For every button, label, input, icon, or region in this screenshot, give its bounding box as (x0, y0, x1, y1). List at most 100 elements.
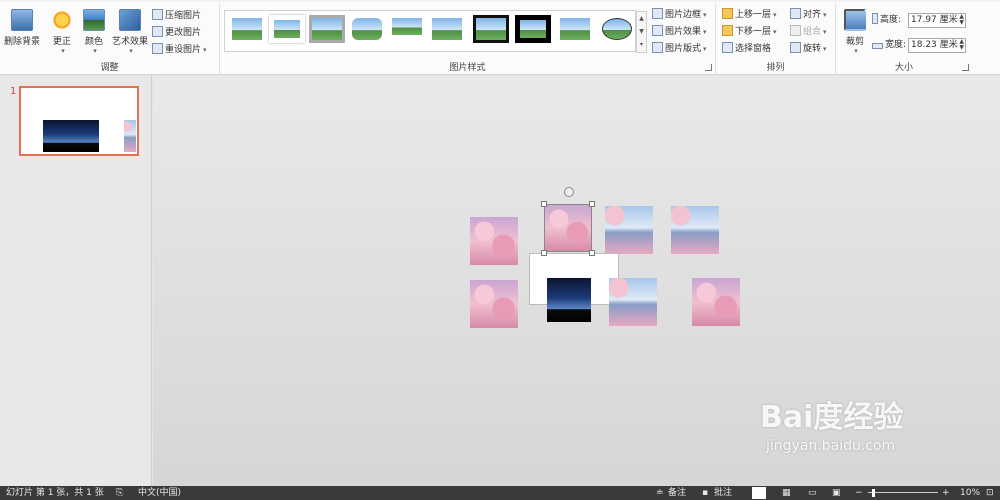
thumbnail-night-image (43, 120, 99, 152)
selection-pane-button[interactable]: 选择窗格 (722, 42, 771, 57)
compress-pictures-button[interactable]: 压缩图片 (152, 9, 201, 24)
watermark-url: jingyan.baidu.com (766, 438, 896, 454)
sun-icon (51, 9, 73, 31)
sakura-photo-1[interactable] (470, 217, 518, 265)
artistic-effects-button[interactable]: 艺术效果 ▾ (108, 7, 152, 55)
zoom-slider[interactable] (868, 492, 938, 493)
bring-forward-icon (722, 8, 733, 19)
zoom-out-icon[interactable]: − (855, 486, 863, 500)
picture-border-button[interactable]: 图片边框 ▾ (652, 8, 707, 23)
chevron-down-icon: ▾ (703, 45, 707, 53)
spellcheck-icon[interactable]: ⎘ (116, 486, 123, 500)
chevron-down-icon: ▾ (823, 28, 827, 36)
corrections-button[interactable]: 更正 ▾ (44, 7, 80, 55)
picture-style-bevel[interactable] (557, 15, 593, 43)
gallery-scroll[interactable]: ▲ ▼ ▾ (636, 11, 647, 53)
zoom-slider-thumb[interactable] (872, 489, 875, 497)
rotate-icon (790, 42, 801, 53)
picture-style-shadow[interactable] (309, 15, 345, 43)
height-input[interactable]: 17.97 厘米 ▲ ▼ (908, 13, 966, 28)
chevron-down-icon: ▾ (703, 11, 707, 19)
picture-style-rounded[interactable] (349, 15, 385, 43)
send-backward-icon (722, 25, 733, 36)
selection-pane-icon (722, 42, 733, 53)
bring-forward-button[interactable]: 上移一层 ▾ (722, 8, 777, 23)
sakura-photo-selected[interactable] (544, 204, 592, 252)
notes-button[interactable]: 备注 (668, 486, 686, 500)
align-button[interactable]: 对齐 ▾ (790, 8, 827, 23)
width-input[interactable]: 18.23 厘米 ▲ ▼ (908, 38, 966, 53)
resize-handle[interactable] (589, 250, 595, 256)
slide-thumbnail-pane: 1 (0, 76, 152, 486)
reset-picture-icon (152, 43, 163, 54)
picture-style-thick-black[interactable] (515, 15, 551, 43)
slideshow-icon[interactable]: ▣ (832, 486, 841, 500)
resize-handle[interactable] (541, 250, 547, 256)
comments-icon: ▪ (702, 488, 709, 498)
picture-layout-button[interactable]: 图片版式 ▾ (652, 42, 707, 57)
chevron-down-icon: ▾ (703, 28, 707, 36)
picture-style-white-frame[interactable] (269, 15, 305, 43)
baidu-watermark: Bai度经验 jingyan.baidu.com (760, 392, 903, 454)
size-launcher-icon[interactable] (962, 64, 969, 71)
notes-icon: ≐ (656, 488, 664, 498)
slide-sorter-icon[interactable]: ▦ (782, 486, 791, 500)
fit-to-window-icon[interactable]: ⊡ (986, 486, 994, 500)
style-preview (312, 18, 342, 40)
height-label-text: 高度: (880, 15, 902, 25)
resize-handle[interactable] (541, 201, 547, 207)
night-sky-photo[interactable] (547, 278, 591, 322)
picture-style-simple-frame[interactable] (229, 15, 265, 43)
ribbon-top-line (0, 0, 1000, 2)
sakura-photo-3[interactable] (605, 206, 653, 254)
rotate-handle-icon[interactable] (564, 187, 574, 197)
corrections-label: 更正 (52, 37, 71, 47)
color-button[interactable]: 颜色 ▾ (76, 7, 112, 55)
picture-styles-group-label: 图片样式 (449, 63, 486, 73)
size-group: 裁剪 ▾ 高度: 17.97 厘米 ▲ ▼ 宽度: 18.23 厘米 ▲ ▼ 大小 (836, 3, 972, 74)
picture-styles-launcher-icon[interactable] (705, 64, 712, 71)
change-picture-button[interactable]: 更改图片 (152, 26, 201, 41)
size-group-label: 大小 (894, 63, 913, 73)
chevron-down-icon: ▾ (773, 11, 777, 19)
color-label: 颜色 (84, 37, 103, 47)
picture-layout-icon (652, 42, 663, 53)
picture-style-soft-edge[interactable] (429, 15, 465, 43)
picture-style-reflection[interactable] (389, 15, 425, 43)
send-backward-button[interactable]: 下移一层 ▾ (722, 25, 777, 40)
picture-style-black-frame[interactable] (473, 15, 509, 43)
rotate-button[interactable]: 旋转 ▾ (790, 42, 827, 57)
fuji-photo-2[interactable] (609, 278, 657, 326)
arrange-group-label: 排列 (766, 63, 785, 73)
style-preview (392, 18, 422, 35)
picture-effects-button[interactable]: 图片效果 ▾ (652, 25, 707, 40)
picture-style-oval[interactable] (599, 15, 635, 43)
rotate-label: 旋转 (803, 44, 822, 54)
slide-thumbnail[interactable] (19, 86, 139, 156)
remove-background-label: 删除背景 (3, 37, 40, 47)
normal-view-icon[interactable] (752, 487, 766, 499)
reading-view-icon[interactable]: ▭ (808, 486, 817, 500)
language-indicator[interactable]: 中文(中国) (138, 486, 181, 500)
compress-icon (152, 9, 163, 20)
width-label-text: 宽度: (885, 40, 907, 50)
resize-handle[interactable] (589, 201, 595, 207)
zoom-in-icon[interactable]: + (942, 486, 950, 500)
height-spinner[interactable]: ▲ ▼ (959, 14, 964, 26)
style-preview (560, 18, 590, 40)
height-icon (872, 13, 878, 24)
comments-button[interactable]: 批注 (714, 486, 732, 500)
bring-forward-label: 上移一层 (735, 10, 772, 20)
chevron-down-icon: ▾ (773, 28, 777, 36)
zoom-level[interactable]: 10% (960, 486, 980, 500)
artistic-effects-label: 艺术效果 (111, 37, 148, 47)
group-button[interactable]: 组合 ▾ (790, 25, 827, 40)
compress-label: 压缩图片 (165, 11, 202, 21)
fuji-photo-1[interactable] (671, 206, 719, 254)
width-spinner[interactable]: ▲ ▼ (959, 39, 964, 51)
reset-picture-button[interactable]: 重设图片 ▾ (152, 43, 207, 58)
sakura-photo-8[interactable] (692, 278, 740, 326)
crop-button[interactable]: 裁剪 ▾ (840, 7, 870, 55)
sakura-photo-5[interactable] (470, 280, 518, 328)
remove-background-button[interactable]: 删除背景 (2, 7, 42, 47)
